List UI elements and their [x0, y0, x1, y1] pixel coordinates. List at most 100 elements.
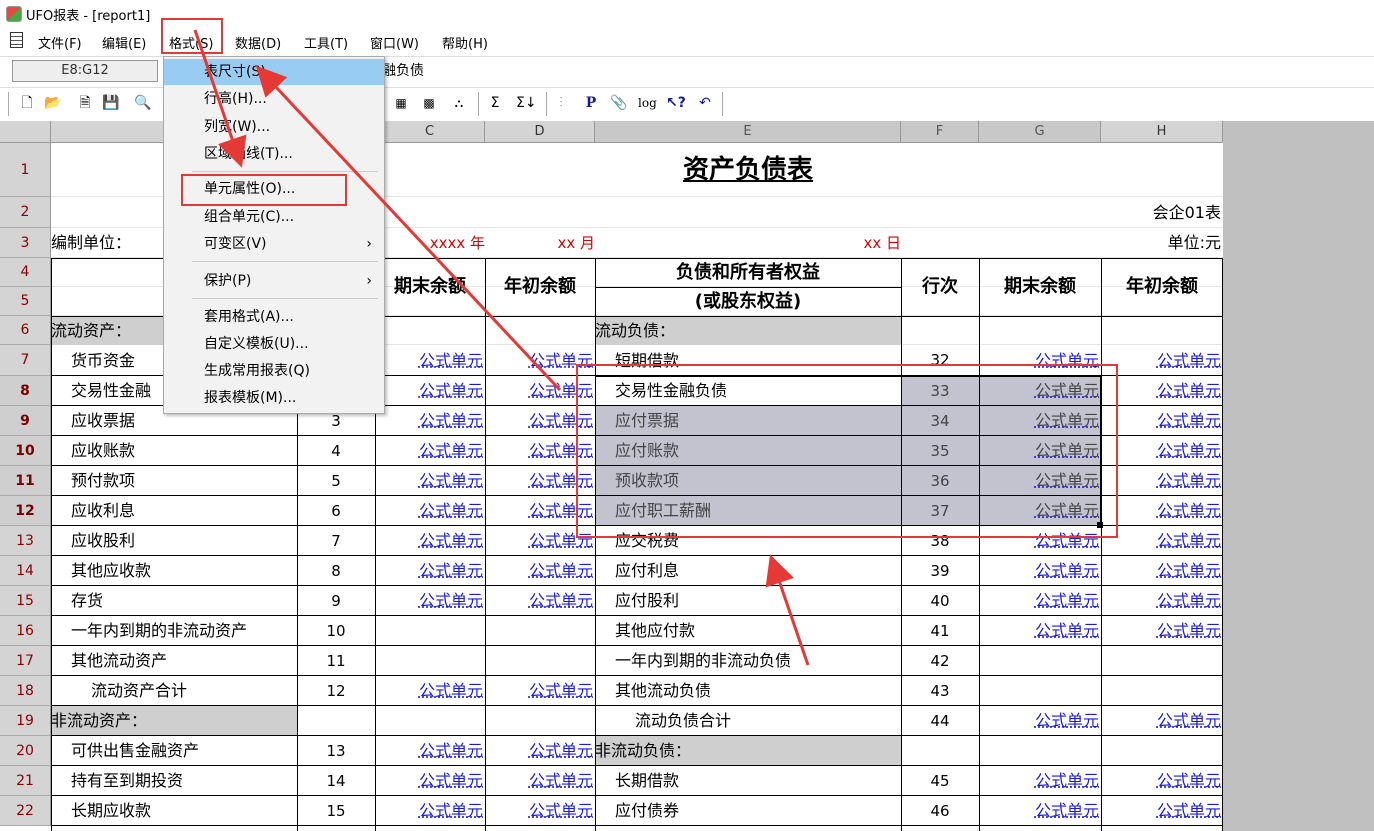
- header-end-balance[interactable]: 期末余额: [375, 258, 485, 316]
- liability-name[interactable]: 应付股利: [595, 586, 901, 616]
- cell-reference-box[interactable]: E8:G12: [12, 60, 158, 82]
- asset-line-no[interactable]: 7: [297, 526, 375, 556]
- menu-data[interactable]: 数据(D): [235, 33, 281, 52]
- day-field[interactable]: xx 日: [595, 228, 901, 258]
- menu-file[interactable]: 文件(F): [38, 33, 82, 52]
- row-header[interactable]: 3: [0, 228, 51, 258]
- asset-name[interactable]: 长期应收款: [51, 796, 297, 826]
- row-header[interactable]: 16: [0, 616, 51, 646]
- formula-cell[interactable]: 公式单元: [375, 676, 485, 706]
- form-number[interactable]: 会企01表: [1101, 197, 1223, 228]
- liability-name[interactable]: 长期借款: [595, 766, 901, 796]
- formula-cell[interactable]: 公式单元: [375, 466, 485, 496]
- menu-item-apply-format[interactable]: 套用格式(A)...: [164, 304, 384, 330]
- formula-cell[interactable]: 公式单元: [1101, 556, 1223, 586]
- log-icon[interactable]: log: [638, 94, 657, 112]
- row-header[interactable]: 7: [0, 345, 51, 376]
- asset-line-no[interactable]: 9: [297, 586, 375, 616]
- formula-cell[interactable]: 公式单元: [979, 586, 1101, 616]
- row-header[interactable]: 10: [0, 436, 51, 466]
- section-current-liabilities[interactable]: 流动负债：: [595, 316, 901, 345]
- asset-line-no[interactable]: 11: [297, 646, 375, 676]
- row-header[interactable]: 18: [0, 676, 51, 706]
- formula-cell[interactable]: 公式单元: [485, 736, 595, 766]
- formula-cell[interactable]: 公式单元: [485, 676, 595, 706]
- undo-icon[interactable]: ↶: [696, 94, 714, 112]
- liability-name[interactable]: 其他流动负债: [595, 676, 901, 706]
- sum-icon[interactable]: Σ: [486, 94, 504, 112]
- row-header[interactable]: 8: [0, 376, 51, 406]
- liability-name[interactable]: 应付债券: [595, 796, 901, 826]
- asset-line-no[interactable]: 4: [297, 436, 375, 466]
- header-end-balance[interactable]: 期末余额: [979, 258, 1101, 316]
- row-header[interactable]: 4: [0, 258, 51, 287]
- formula-cell[interactable]: 公式单元: [1101, 436, 1223, 466]
- liability-line-no[interactable]: 42: [901, 646, 979, 676]
- row-header[interactable]: 5: [0, 287, 51, 316]
- formula-cell[interactable]: 公式单元: [979, 556, 1101, 586]
- menu-window[interactable]: 窗口(W): [370, 33, 419, 52]
- open-folder-icon[interactable]: 📂: [44, 94, 62, 112]
- row-header[interactable]: 6: [0, 316, 51, 345]
- asset-name[interactable]: 一年内到期的非流动资产: [51, 616, 297, 646]
- formula-cell[interactable]: 公式单元: [1101, 526, 1223, 556]
- row-header[interactable]: 2: [0, 197, 51, 228]
- currency-unit[interactable]: 单位:元: [1101, 228, 1223, 258]
- column-header-d[interactable]: D: [485, 121, 595, 143]
- row-header[interactable]: 12: [0, 496, 51, 526]
- header-begin-balance[interactable]: 年初余额: [1101, 258, 1223, 316]
- menu-item-area-lines[interactable]: 区域画线(T)...: [164, 141, 384, 167]
- formula-cell[interactable]: 公式单元: [1101, 616, 1223, 646]
- month-field[interactable]: xx 月: [485, 228, 595, 258]
- liability-line-no[interactable]: 41: [901, 616, 979, 646]
- liability-name[interactable]: 一年内到期的非流动负债: [595, 646, 901, 676]
- formula-cell[interactable]: 公式单元: [485, 796, 595, 826]
- formula-cell[interactable]: 公式单元: [375, 345, 485, 376]
- asset-line-no[interactable]: 12: [297, 676, 375, 706]
- formula-cell[interactable]: 公式单元: [1101, 406, 1223, 436]
- row-header[interactable]: 19: [0, 706, 51, 736]
- asset-line-no[interactable]: 13: [297, 736, 375, 766]
- binoculars-icon[interactable]: ⛬: [450, 94, 468, 112]
- formula-cell[interactable]: 公式单元: [375, 796, 485, 826]
- row-header[interactable]: 9: [0, 406, 51, 436]
- asset-name[interactable]: 应收利息: [51, 496, 297, 526]
- formula-cell[interactable]: 公式单元: [1101, 796, 1223, 826]
- page-icon[interactable]: 🗎: [76, 94, 94, 112]
- formula-cell[interactable]: 公式单元: [375, 526, 485, 556]
- formula-cell[interactable]: 公式单元: [979, 616, 1101, 646]
- asset-line-no[interactable]: 8: [297, 556, 375, 586]
- chart-icon[interactable]: ⫶: [552, 94, 570, 112]
- formula-cell[interactable]: 公式单元: [1101, 376, 1223, 406]
- menu-item-variable-area[interactable]: 可变区(V) ›: [164, 231, 384, 257]
- asset-line-no[interactable]: 5: [297, 466, 375, 496]
- row-header[interactable]: 11: [0, 466, 51, 496]
- menu-item-column-width[interactable]: 列宽(W)...: [164, 114, 384, 140]
- asset-name[interactable]: 应收股利: [51, 526, 297, 556]
- formula-cell[interactable]: 公式单元: [979, 766, 1101, 796]
- liability-name[interactable]: 流动负债合计: [595, 706, 901, 736]
- formula-cell[interactable]: 公式单元: [485, 556, 595, 586]
- formula-cell[interactable]: 公式单元: [1101, 466, 1223, 496]
- column-header-g[interactable]: G: [979, 121, 1101, 143]
- save-icon[interactable]: 💾: [102, 94, 120, 112]
- column-header-h[interactable]: H: [1101, 121, 1223, 143]
- row-header[interactable]: 14: [0, 556, 51, 586]
- row-header[interactable]: 21: [0, 766, 51, 796]
- document-icon[interactable]: [10, 32, 23, 48]
- liability-name[interactable]: 其他应付款: [595, 616, 901, 646]
- row-header[interactable]: 22: [0, 796, 51, 826]
- formula-cell[interactable]: 公式单元: [375, 586, 485, 616]
- liability-line-no[interactable]: 44: [901, 706, 979, 736]
- print-preview-icon[interactable]: 🔍: [134, 94, 152, 112]
- column-header-c[interactable]: C: [375, 121, 485, 143]
- column-header-f[interactable]: F: [901, 121, 979, 143]
- asset-name[interactable]: 其他应收款: [51, 556, 297, 586]
- menu-edit[interactable]: 编辑(E): [102, 33, 146, 52]
- asset-name[interactable]: 预付款项: [51, 466, 297, 496]
- liability-line-no[interactable]: 39: [901, 556, 979, 586]
- section-noncurrent-assets[interactable]: 非流动资产：: [51, 706, 297, 736]
- header-liabilities[interactable]: 负债和所有者权益: [595, 258, 901, 287]
- menu-item-combine-cells[interactable]: 组合单元(C)...: [164, 204, 384, 230]
- formula-cell[interactable]: 公式单元: [375, 496, 485, 526]
